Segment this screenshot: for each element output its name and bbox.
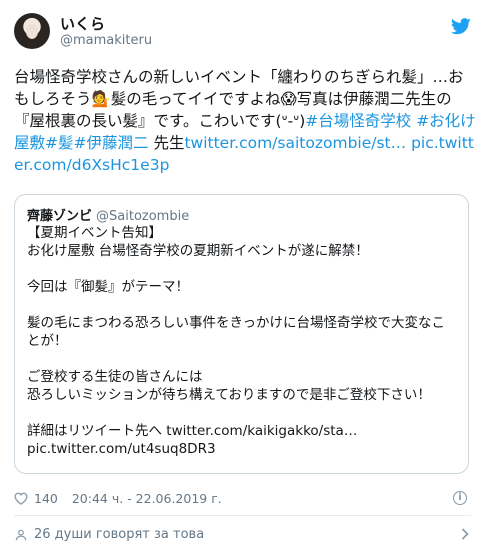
conversation-count-label: 26 души говорят за това xyxy=(34,527,205,542)
url-link[interactable]: twitter.com/saitozombie/st… xyxy=(184,134,406,152)
tweet-meta: 140 20:44 ч. - 22.06.2019 г. xyxy=(14,491,222,506)
hashtag-link[interactable]: #伊藤潤二 xyxy=(74,134,149,152)
tweet-body-suffix: 先生 xyxy=(148,134,185,152)
hashtag-link[interactable]: #台場怪奇学校 xyxy=(305,112,411,130)
hashtag-link[interactable]: #髪 xyxy=(45,134,74,152)
divider xyxy=(14,515,471,516)
author-name[interactable]: いくら xyxy=(60,13,105,34)
timestamp[interactable]: 20:44 ч. - 22.06.2019 г. xyxy=(72,491,222,506)
quoted-author-handle: @Saitozombie xyxy=(96,209,190,224)
author-handle[interactable]: @mamakiteru xyxy=(60,33,152,48)
quoted-text: 【夏期イベント告知】 お化け屋敷 台場怪奇学校の夏期新イベントが遂に解禁！ 今回… xyxy=(27,225,445,457)
person-icon xyxy=(15,529,27,540)
info-icon[interactable]: i xyxy=(453,491,467,505)
heart-icon[interactable] xyxy=(14,492,28,505)
quoted-header: 齊藤ゾンビ @Saitozombie xyxy=(27,205,189,224)
like-count[interactable]: 140 xyxy=(34,491,58,506)
tweet-card: いくら @mamakiteru 台場怪奇学校さんの新しいイベント「纏わりのちぎら… xyxy=(0,0,485,551)
author-avatar[interactable] xyxy=(14,13,50,49)
quoted-tweet[interactable]: 齊藤ゾンビ @Saitozombie 【夏期イベント告知】 お化け屋敷 台場怪奇学… xyxy=(14,194,469,474)
quoted-author-name: 齊藤ゾンビ xyxy=(27,209,93,224)
tweet-text: 台場怪奇学校さんの新しいイベント「纏わりのちぎられ髪」…おもしろそう💁髪の毛って… xyxy=(14,66,476,176)
chevron-right-icon[interactable] xyxy=(461,528,469,540)
twitter-bird-icon[interactable] xyxy=(451,18,471,35)
conversation-link[interactable]: 26 души говорят за това xyxy=(14,527,204,542)
